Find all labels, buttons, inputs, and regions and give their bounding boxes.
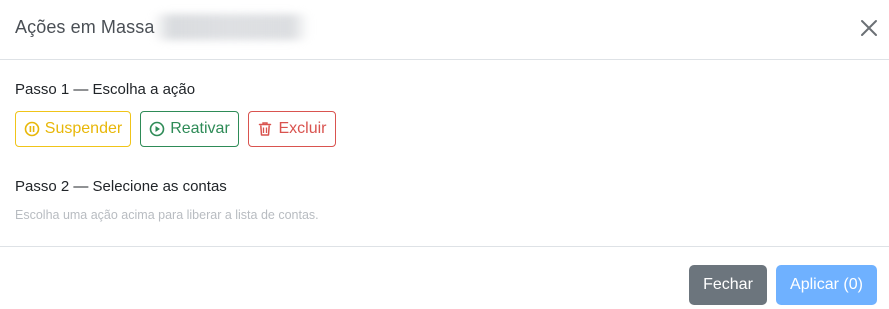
delete-button-label: Excluir xyxy=(278,120,327,137)
redacted-title-text xyxy=(152,14,310,40)
close-modal-button[interactable]: Fechar xyxy=(689,265,767,305)
footer-divider xyxy=(0,246,889,247)
reactivate-button[interactable]: Reativar xyxy=(140,111,239,147)
apply-button[interactable]: Aplicar (0) xyxy=(776,265,877,305)
reactivate-button-label: Reativar xyxy=(170,120,230,137)
bulk-actions-modal: Ações em Massa Passo 1 — Escolha a ação … xyxy=(0,0,889,309)
step2-title: Passo 2 — Selecione as contas xyxy=(15,178,227,195)
pause-circle-icon xyxy=(24,121,40,137)
delete-button[interactable]: Excluir xyxy=(248,111,336,147)
close-button[interactable] xyxy=(857,16,881,40)
modal-header: Ações em Massa xyxy=(0,0,889,60)
step2-hint: Escolha uma ação acima para liberar a li… xyxy=(15,208,319,222)
suspend-button-label: Suspender xyxy=(44,120,123,137)
trash-icon xyxy=(259,122,272,136)
play-circle-icon xyxy=(149,121,165,137)
step1-title: Passo 1 — Escolha a ação xyxy=(15,81,196,98)
suspend-button[interactable]: Suspender xyxy=(15,111,131,147)
close-icon xyxy=(861,20,877,36)
modal-title: Ações em Massa xyxy=(15,17,155,37)
